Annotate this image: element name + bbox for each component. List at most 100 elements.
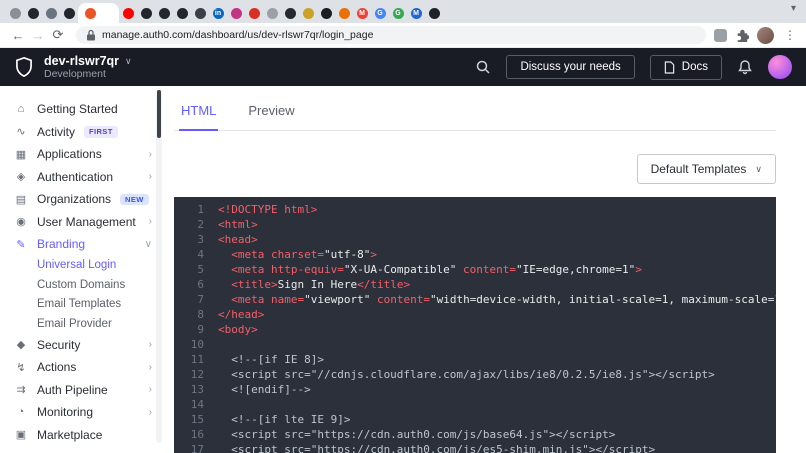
browser-tab[interactable]: G <box>371 3 389 23</box>
sidebar-scrollbar[interactable] <box>156 88 162 443</box>
github-favicon-icon <box>320 7 332 19</box>
browser-profile-avatar[interactable] <box>757 26 774 44</box>
line-number: 12 <box>190 368 204 381</box>
browser-tab[interactable] <box>6 3 24 23</box>
browser-tab[interactable] <box>227 3 245 23</box>
code-line[interactable]: 15 <!--[if lte IE 9]> <box>174 412 776 427</box>
browser-tab[interactable] <box>119 3 137 23</box>
browser-tab[interactable] <box>281 3 299 23</box>
sidebar-item-custom-domains[interactable]: Custom Domains <box>0 275 164 295</box>
code-text: <script src="https://cdn.auth0.com/js/ba… <box>218 428 616 441</box>
browser-tab[interactable]: M <box>407 3 425 23</box>
sidebar-scrollbar-thumb[interactable] <box>157 90 161 138</box>
sidebar-item-email-provider[interactable]: Email Provider <box>0 314 164 334</box>
user-avatar[interactable] <box>768 55 792 79</box>
notifications-bell-icon[interactable] <box>737 59 753 75</box>
sidebar-item-authentication[interactable]: ◈ Authentication › <box>0 166 164 189</box>
sidebar-item-security[interactable]: ◆ Security › <box>0 334 164 357</box>
tab-html[interactable]: HTML <box>179 99 219 131</box>
google-favicon-icon: G <box>374 7 386 19</box>
browser-tab[interactable] <box>299 3 317 23</box>
chevron-right-icon: › <box>148 384 152 396</box>
sidebar-item-universal-login[interactable]: Universal Login <box>0 256 164 276</box>
browser-tab[interactable]: in <box>209 3 227 23</box>
extensions-puzzle-icon[interactable] <box>735 28 749 42</box>
browser-tab[interactable] <box>42 3 60 23</box>
line-number: 1 <box>197 203 204 216</box>
gmail-favicon-icon: M <box>356 7 368 19</box>
code-editor[interactable]: 1 <!DOCTYPE html> 2 <html> 3 <head> 4 <meta ch… <box>174 197 776 453</box>
sidebar-item-organizations[interactable]: ▤ Organizations NEW <box>0 188 164 211</box>
tenant-switcher[interactable]: dev-rlswr7qr ∨ Development <box>44 54 132 80</box>
sidebar-item-email-templates[interactable]: Email Templates <box>0 295 164 315</box>
code-text: <meta charset="utf-8"> <box>231 248 377 261</box>
tab-search-chevron-icon[interactable]: ▾ <box>791 3 796 14</box>
browser-tab[interactable] <box>317 3 335 23</box>
sidebar-item-applications[interactable]: ▦ Applications › <box>0 143 164 166</box>
linkedin-favicon-icon: in <box>212 7 224 19</box>
browser-tab-active[interactable] <box>78 3 119 23</box>
browser-tab[interactable] <box>245 3 263 23</box>
default-templates-dropdown[interactable]: Default Templates ∨ <box>636 154 776 184</box>
badge-new: NEW <box>120 193 149 205</box>
sidebar-item-actions[interactable]: ↯ Actions › <box>0 356 164 379</box>
search-icon[interactable] <box>475 59 491 75</box>
code-line[interactable]: 14 <box>174 397 776 412</box>
app-favicon-icon <box>140 7 152 19</box>
auth0-favicon-icon <box>85 7 96 19</box>
browser-tab[interactable]: M <box>353 3 371 23</box>
sidebar-item-getting-started[interactable]: ⌂ Getting Started <box>0 98 164 121</box>
sidebar-item-label: Authentication <box>37 169 114 184</box>
discuss-your-needs-button[interactable]: Discuss your needs <box>506 55 635 79</box>
code-line[interactable]: 1 <!DOCTYPE html> <box>174 202 776 217</box>
app-favicon-icon <box>302 7 314 19</box>
auth0-shield-logo-icon[interactable] <box>14 56 34 78</box>
code-line[interactable]: 2 <html> <box>174 217 776 232</box>
code-line[interactable]: 12 <script src="//cdnjs.cloudflare.com/a… <box>174 367 776 382</box>
browser-tab[interactable] <box>191 3 209 23</box>
sidebar-item-monitoring[interactable]: ◔ Monitoring › <box>0 401 164 424</box>
browser-tab[interactable] <box>60 3 78 23</box>
extension-icon[interactable] <box>714 28 727 42</box>
browser-tab[interactable] <box>173 3 191 23</box>
authentication-icon: ◈ <box>16 171 26 184</box>
sidebar-item-branding[interactable]: ✎ Branding ∨ <box>0 233 164 256</box>
tab-preview[interactable]: Preview <box>246 99 296 130</box>
code-text: </head> <box>218 308 265 321</box>
code-line[interactable]: 5 <meta http-equiv="X-UA-Compatible" con… <box>174 262 776 277</box>
browser-menu-icon[interactable]: ⋮ <box>782 28 798 42</box>
browser-tab[interactable] <box>24 3 42 23</box>
browser-tab[interactable] <box>155 3 173 23</box>
sidebar-item-activity[interactable]: ∿ Activity FIRST <box>0 121 164 144</box>
sidebar-item-auth-pipeline[interactable]: ⇉ Auth Pipeline › <box>0 379 164 402</box>
code-line[interactable]: 8 </head> <box>174 307 776 322</box>
code-line[interactable]: 17 <script src="https://cdn.auth0.com/js… <box>174 442 776 453</box>
code-line[interactable]: 7 <meta name="viewport" content="width=d… <box>174 292 776 307</box>
code-line[interactable]: 13 <![endif]--> <box>174 382 776 397</box>
code-line[interactable]: 11 <!--[if IE 8]> <box>174 352 776 367</box>
forward-icon[interactable]: → <box>28 28 48 43</box>
home-icon: ⌂ <box>17 103 25 116</box>
docs-button[interactable]: Docs <box>649 54 722 80</box>
app-favicon-icon <box>266 7 278 19</box>
badge-first: FIRST <box>84 126 118 138</box>
code-line[interactable]: 6 <title>Sign In Here</title> <box>174 277 776 292</box>
browser-tab[interactable] <box>425 3 443 23</box>
code-line[interactable]: 3 <head> <box>174 232 776 247</box>
browser-tab[interactable] <box>137 3 155 23</box>
address-bar[interactable]: manage.auth0.com/dashboard/us/dev-rlswr7… <box>76 26 706 44</box>
browser-tab[interactable]: G <box>389 3 407 23</box>
line-number: 14 <box>190 398 204 411</box>
browser-tab[interactable] <box>335 3 353 23</box>
sidebar-item-marketplace[interactable]: ▣ Marketplace <box>0 424 164 447</box>
code-line[interactable]: 4 <meta charset="utf-8"> <box>174 247 776 262</box>
sidebar-item-user-management[interactable]: ◉ User Management › <box>0 211 164 234</box>
back-icon[interactable]: ← <box>8 28 28 43</box>
code-line[interactable]: 16 <script src="https://cdn.auth0.com/js… <box>174 427 776 442</box>
code-line[interactable]: 10 <box>174 337 776 352</box>
security-icon: ◆ <box>16 339 26 352</box>
refresh-icon[interactable]: ⟳ <box>48 27 68 43</box>
browser-tab[interactable] <box>263 3 281 23</box>
chevron-right-icon: › <box>148 148 152 160</box>
code-line[interactable]: 9 <body> <box>174 322 776 337</box>
